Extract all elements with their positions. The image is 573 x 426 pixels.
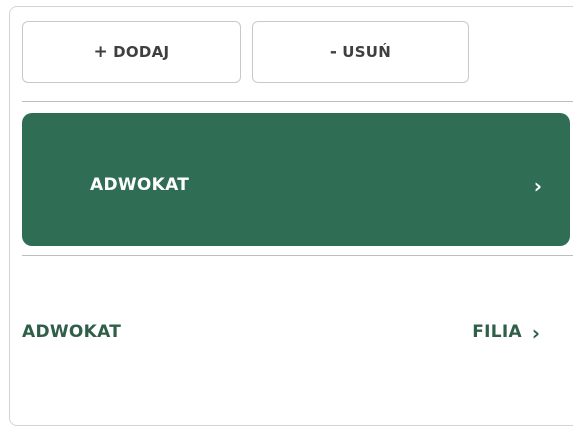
list-item-subtitle: FILIA [472, 322, 522, 342]
minus-icon: - [329, 42, 338, 62]
divider [22, 101, 573, 102]
list-item[interactable]: ADWOKAT FILIA › [22, 300, 570, 364]
chevron-right-icon: › [531, 321, 540, 345]
plus-icon: + [93, 42, 109, 62]
divider [22, 255, 573, 256]
list-item-title: ADWOKAT [90, 175, 190, 195]
add-button[interactable]: + DODAJ [22, 21, 241, 83]
list-item-selected[interactable]: ADWOKAT › [22, 113, 570, 246]
remove-button-label: USUŃ [342, 43, 392, 61]
remove-button[interactable]: - USUŃ [252, 21, 469, 83]
list-item-title: ADWOKAT [22, 322, 122, 342]
chevron-right-icon: › [533, 174, 542, 198]
add-button-label: DODAJ [113, 43, 170, 61]
